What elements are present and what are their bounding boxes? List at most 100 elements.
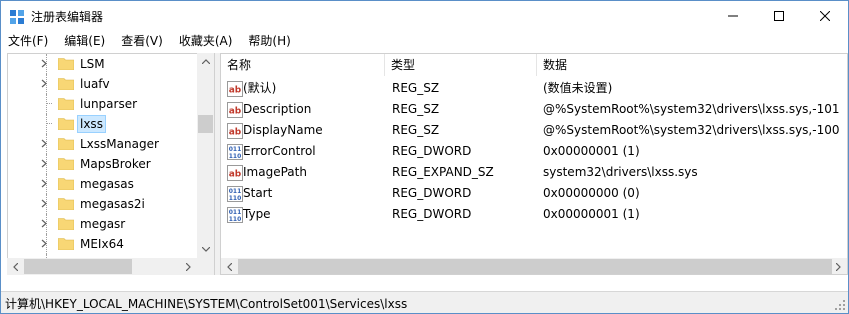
- column-header-name[interactable]: 名称: [221, 54, 385, 76]
- scroll-right-arrow[interactable]: [180, 258, 197, 275]
- tree-item[interactable]: megasas2i: [8, 194, 198, 214]
- scrollbar-corner: [197, 258, 214, 275]
- chevron-up-icon: [201, 59, 210, 64]
- menu-edit[interactable]: 编辑(E): [59, 31, 110, 52]
- resize-grip-icon[interactable]: [834, 299, 846, 311]
- svg-text:011: 011: [229, 188, 242, 195]
- scroll-up-arrow[interactable]: [197, 53, 214, 70]
- tree-item[interactable]: LSM: [8, 54, 198, 74]
- values-list[interactable]: 名称 类型 数据 ab (默认) REG_SZ (数值未设置) ab Descriptio…: [220, 53, 848, 275]
- menu-view[interactable]: 查看(V): [116, 31, 168, 52]
- close-button[interactable]: [802, 1, 848, 31]
- column-header-type[interactable]: 类型: [385, 54, 537, 76]
- value-row[interactable]: ab DisplayName REG_SZ @%SystemRoot%\system3…: [221, 120, 847, 141]
- svg-text:ab: ab: [229, 107, 242, 117]
- value-row[interactable]: ab Description REG_SZ @%SystemRoot%\system3…: [221, 99, 847, 120]
- value-name: Start: [243, 186, 273, 200]
- scroll-left-arrow[interactable]: [7, 258, 24, 275]
- tree-item-label: megasas2i: [80, 197, 145, 211]
- close-icon: [820, 11, 830, 21]
- expand-chevron-icon[interactable]: [39, 217, 49, 231]
- status-bar: 计算机\HKEY_LOCAL_MACHINE\SYSTEM\ControlSet…: [1, 291, 848, 313]
- chevron-right-icon: [186, 262, 191, 271]
- tree-item-label: LxssManager: [80, 137, 159, 151]
- value-type: REG_DWORD: [392, 144, 472, 158]
- tree-vertical-scroll-thumb[interactable]: [198, 115, 213, 133]
- expand-chevron-icon[interactable]: [39, 177, 49, 191]
- value-row[interactable]: 011 110 Start REG_DWORD 0x00000000 (0): [221, 183, 847, 204]
- values-horizontal-scrollbar[interactable]: [221, 258, 847, 274]
- expand-chevron-icon[interactable]: [39, 197, 49, 211]
- maximize-button[interactable]: [756, 1, 802, 31]
- value-type: REG_SZ: [392, 123, 440, 137]
- value-name: ImagePath: [243, 165, 307, 179]
- folder-icon: [58, 178, 74, 190]
- tree-item-label: MapsBroker: [80, 157, 151, 171]
- expand-chevron-icon[interactable]: [39, 77, 49, 91]
- tree-item-label: lunparser: [80, 97, 138, 111]
- chevron-right-icon: [836, 262, 841, 271]
- tree-item[interactable]: lxss: [8, 114, 198, 134]
- tree-item[interactable]: lunparser: [8, 94, 198, 114]
- svg-text:011: 011: [229, 146, 242, 153]
- regedit-window: 注册表编辑器 文件(F) 编辑(E) 查看(V) 收藏夹(A) 帮助(H) LS…: [0, 0, 849, 314]
- tree-item[interactable]: LxssManager: [8, 134, 198, 154]
- minimize-icon: [728, 15, 738, 17]
- tree-item[interactable]: MEIx64: [8, 234, 198, 254]
- tree-horizontal-scroll-thumb[interactable]: [24, 259, 132, 274]
- folder-icon: [58, 138, 74, 150]
- value-data: @%SystemRoot%\system32\drivers\lxss.sys,…: [543, 123, 840, 137]
- expand-chevron-icon[interactable]: [39, 57, 49, 71]
- tree-connector-line: [46, 103, 52, 104]
- value-name: Type: [243, 207, 271, 221]
- value-row[interactable]: 011 110 Type REG_DWORD 0x00000001 (1): [221, 204, 847, 225]
- tree-item-label: lxss: [77, 115, 106, 133]
- value-name: ErrorControl: [243, 144, 316, 158]
- folder-icon: [58, 118, 74, 130]
- folder-icon: [58, 98, 74, 110]
- window-title: 注册表编辑器: [31, 10, 104, 24]
- values-horizontal-scroll-thumb[interactable]: [238, 259, 832, 274]
- svg-text:110: 110: [229, 153, 242, 160]
- menu-file[interactable]: 文件(F): [3, 31, 53, 52]
- title-bar[interactable]: 注册表编辑器: [1, 1, 848, 31]
- svg-text:ab: ab: [229, 86, 242, 96]
- expand-chevron-icon[interactable]: [39, 137, 49, 151]
- folder-icon: [58, 78, 74, 90]
- binary-value-icon: 011110: [227, 207, 243, 223]
- current-key-path: 计算机\HKEY_LOCAL_MACHINE\SYSTEM\ControlSet…: [5, 297, 408, 311]
- tree-item[interactable]: megasas: [8, 174, 198, 194]
- value-row[interactable]: 011 110 ErrorControl REG_DWORD 0x00000001 (1…: [221, 141, 847, 162]
- tree-horizontal-scrollbar[interactable]: [7, 258, 197, 275]
- svg-text:110: 110: [229, 216, 242, 223]
- expand-chevron-icon[interactable]: [39, 237, 49, 251]
- value-data: (数值未设置): [543, 81, 613, 95]
- expand-chevron-icon[interactable]: [39, 157, 49, 171]
- value-type: REG_SZ: [392, 102, 440, 116]
- value-row[interactable]: ab ImagePath REG_EXPAND_SZ system32\drivers…: [221, 162, 847, 183]
- tree-item[interactable]: MapsBroker: [8, 154, 198, 174]
- column-header-data[interactable]: 数据: [537, 54, 847, 76]
- tree-item-label: megasr: [80, 217, 126, 231]
- minimize-button[interactable]: [710, 1, 756, 31]
- string-value-icon: ab: [227, 81, 243, 97]
- scroll-right-arrow[interactable]: [830, 258, 847, 274]
- value-row[interactable]: ab (默认) REG_SZ (数值未设置): [221, 78, 847, 99]
- svg-text:110: 110: [229, 195, 242, 202]
- tree-item[interactable]: megasr: [8, 214, 198, 234]
- value-data: 0x00000000 (0): [543, 186, 640, 200]
- chevron-down-icon: [201, 247, 210, 252]
- value-type: REG_DWORD: [392, 207, 472, 221]
- svg-text:ab: ab: [229, 128, 242, 138]
- menu-help[interactable]: 帮助(H): [243, 31, 295, 52]
- tree-item[interactable]: luafv: [8, 74, 198, 94]
- value-type: REG_EXPAND_SZ: [392, 165, 494, 179]
- scroll-left-arrow[interactable]: [221, 258, 238, 274]
- scroll-down-arrow[interactable]: [197, 241, 214, 258]
- tree-vertical-scrollbar[interactable]: [197, 53, 214, 258]
- menu-favorites[interactable]: 收藏夹(A): [174, 31, 238, 52]
- key-tree[interactable]: LSM luafv lunparser lxss LxssManager MapsBrok…: [7, 53, 215, 275]
- string-value-icon: ab: [227, 123, 243, 139]
- folder-icon: [58, 238, 74, 250]
- value-data: 0x00000001 (1): [543, 144, 640, 158]
